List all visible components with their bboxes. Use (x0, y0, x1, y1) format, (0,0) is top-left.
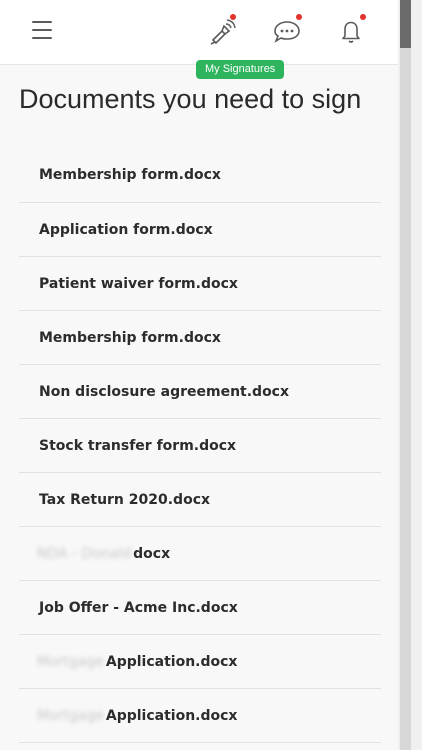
document-item[interactable]: Tax Return 2020.docx (19, 473, 381, 527)
vertical-scrollbar[interactable] (398, 0, 422, 750)
document-list: Membership form.docx Application form.do… (19, 148, 381, 743)
document-item[interactable]: Job Offer - Acme Inc.docx (19, 581, 381, 635)
document-item[interactable]: Membership form.docx (19, 311, 381, 365)
document-item[interactable]: Membership form.docx (19, 148, 381, 203)
scrollbar-track[interactable] (400, 0, 411, 750)
signature-pen-icon[interactable] (206, 14, 236, 46)
my-signatures-badge[interactable]: My Signatures (196, 60, 285, 79)
document-item[interactable]: Mortgage Application.docx (19, 635, 381, 689)
document-name: Non disclosure agreement.docx (39, 383, 290, 400)
document-name: Application form.docx (39, 221, 213, 238)
redacted-text: NDA - Donald (37, 545, 132, 562)
document-name: Application.docx (105, 653, 238, 670)
scrollbar-thumb[interactable] (400, 0, 411, 48)
document-name: docx (133, 545, 171, 562)
document-item[interactable]: Non disclosure agreement.docx (19, 365, 381, 419)
document-name: Patient waiver form.docx (39, 275, 238, 292)
document-item[interactable]: Application form.docx (19, 203, 381, 257)
document-item[interactable]: Stock transfer form.docx (19, 419, 381, 473)
document-name: Membership form.docx (39, 167, 221, 183)
notification-dot (360, 14, 366, 20)
document-name: Stock transfer form.docx (39, 437, 237, 454)
notification-dot (230, 14, 236, 20)
notification-dot (296, 14, 302, 20)
document-item[interactable]: Mortgage Application.docx (19, 689, 381, 743)
document-name: Membership form.docx (39, 329, 221, 346)
document-name: Job Offer - Acme Inc.docx (39, 599, 238, 616)
hamburger-menu-icon[interactable] (32, 21, 52, 39)
document-name: Application.docx (105, 707, 238, 724)
bell-icon[interactable] (336, 14, 366, 46)
chat-bubble-icon[interactable] (272, 14, 302, 46)
document-name: Tax Return 2020.docx (39, 491, 211, 508)
redacted-text: Mortgage (37, 653, 104, 670)
document-item[interactable]: NDA - Donald docx (19, 527, 381, 581)
document-item[interactable]: Patient waiver form.docx (19, 257, 381, 311)
page-title: Documents you need to sign (19, 84, 362, 114)
redacted-text: Mortgage (37, 707, 104, 724)
app-window: My Signatures Documents you need to sign… (0, 0, 398, 750)
top-bar (0, 0, 398, 65)
